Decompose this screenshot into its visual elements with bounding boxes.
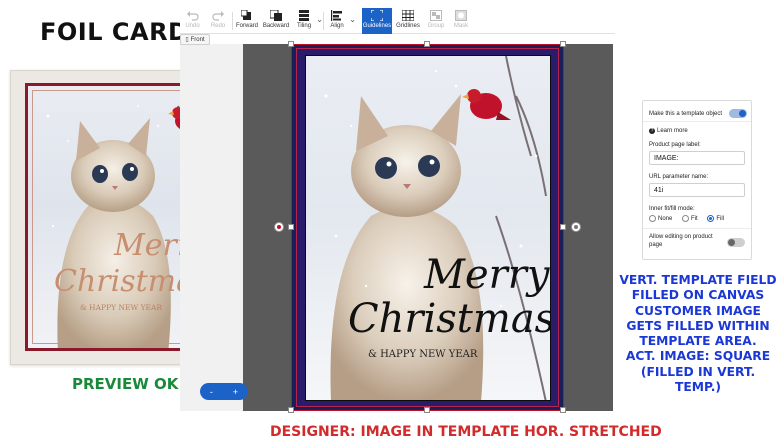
product-page-label-caption: Product page label: xyxy=(649,142,701,148)
gridlines-label: Gridlines xyxy=(396,23,420,29)
align-icon xyxy=(331,10,342,21)
fill-mode-fit[interactable]: Fit xyxy=(682,215,698,222)
group-label: Group xyxy=(427,23,445,29)
redo-icon xyxy=(212,11,224,21)
resize-handle-middle-left[interactable] xyxy=(288,224,294,230)
design-merry-text: Merry xyxy=(424,252,550,298)
tiling-icon xyxy=(299,10,309,21)
resize-handle-top-left[interactable] xyxy=(288,41,294,47)
redo-button[interactable]: Redo xyxy=(207,8,229,34)
mask-label: Mask xyxy=(453,23,469,29)
page-icon: ▯ xyxy=(185,37,189,43)
tiling-chevron-down-icon[interactable]: ⌄ xyxy=(316,15,323,24)
template-properties-panel: Make this a template object ? Learn more … xyxy=(642,100,752,260)
allow-editing-toggle[interactable] xyxy=(727,238,745,247)
bring-forward-icon xyxy=(241,10,251,20)
gridlines-icon xyxy=(402,10,414,21)
resize-handle-bottom-left[interactable] xyxy=(288,407,294,413)
foil-card-title: FOIL CARD xyxy=(40,18,189,46)
group-icon xyxy=(430,10,442,21)
fill-mode-fill[interactable]: Fill xyxy=(707,215,724,222)
resize-handle-top-right[interactable] xyxy=(560,41,566,47)
resize-handle-middle-right[interactable] xyxy=(560,224,566,230)
template-object-toggle[interactable] xyxy=(729,109,747,118)
backward-button[interactable]: Backward xyxy=(262,8,290,34)
undo-label: Undo xyxy=(185,23,200,29)
page-tab-label: Front xyxy=(190,36,205,43)
template-image-field[interactable]: Merry Christmas & HAPPY NEW YEAR xyxy=(305,55,551,401)
preview-status-label: PREVIEW OK xyxy=(72,375,179,393)
fill-mode-none[interactable]: None xyxy=(649,215,672,222)
redo-label: Redo xyxy=(210,23,226,29)
url-parameter-caption: URL parameter name: xyxy=(649,174,709,180)
forward-label: Forward xyxy=(235,23,258,29)
preview-new-year-text: & HAPPY NEW YEAR xyxy=(80,303,163,312)
guidelines-label: Guidelines xyxy=(362,23,392,29)
workspace-area xyxy=(180,44,243,411)
resize-handle-bottom-right[interactable] xyxy=(560,407,566,413)
zoom-control: - + xyxy=(200,383,248,400)
mask-button[interactable]: Mask xyxy=(450,8,472,34)
learn-more-label: Learn more xyxy=(657,128,688,134)
rotate-handle-left[interactable] xyxy=(274,222,284,232)
zoom-in-button[interactable]: + xyxy=(233,387,238,397)
designer-issue-note: DESIGNER: IMAGE IN TEMPLATE HOR. STRETCH… xyxy=(270,424,662,440)
gridlines-button[interactable]: Gridlines xyxy=(394,8,422,34)
undo-icon xyxy=(186,11,199,21)
url-parameter-input[interactable]: 41i xyxy=(649,183,745,197)
help-icon: ? xyxy=(649,128,655,134)
tiling-label: Tiling xyxy=(296,23,312,29)
page-tab-front[interactable]: ▯ Front xyxy=(180,34,210,45)
backward-label: Backward xyxy=(262,23,290,29)
fill-mode-options: None Fit Fill xyxy=(649,215,724,222)
resize-handle-top-center[interactable] xyxy=(424,41,430,47)
send-backward-icon xyxy=(270,10,282,21)
explanation-note: VERT. TEMPLATE FIELD FILLED ON CANVAS CU… xyxy=(619,273,777,395)
rotate-handle-right[interactable] xyxy=(571,222,581,232)
learn-more-link[interactable]: ? Learn more xyxy=(649,128,688,134)
template-toggle-label: Make this a template object xyxy=(649,111,723,117)
guidelines-icon xyxy=(371,10,383,21)
zoom-out-button[interactable]: - xyxy=(210,387,213,397)
align-label: Align xyxy=(330,23,344,29)
mask-icon xyxy=(455,10,467,21)
undo-button[interactable]: Undo xyxy=(180,8,205,34)
product-page-label-input[interactable]: IMAGE: xyxy=(649,151,745,165)
guidelines-button[interactable]: Guidelines xyxy=(362,8,392,34)
design-christmas-text: Christmas xyxy=(348,296,551,342)
allow-editing-label: Allow editing on product page xyxy=(649,234,713,248)
forward-button[interactable]: Forward xyxy=(234,8,260,34)
fill-mode-caption: Inner fit/fill mode: xyxy=(649,206,695,212)
designer-toolbar: Undo Redo Forward Backward Tiling ⌄ Alig… xyxy=(180,8,615,34)
design-new-year-text: & HAPPY NEW YEAR xyxy=(368,349,478,360)
align-chevron-down-icon[interactable]: ⌄ xyxy=(349,15,356,24)
tiling-button[interactable]: Tiling ⌄ xyxy=(293,8,323,34)
resize-handle-bottom-center[interactable] xyxy=(424,407,430,413)
align-button[interactable]: Align ⌄ xyxy=(326,8,356,34)
group-button[interactable]: Group xyxy=(425,8,447,34)
